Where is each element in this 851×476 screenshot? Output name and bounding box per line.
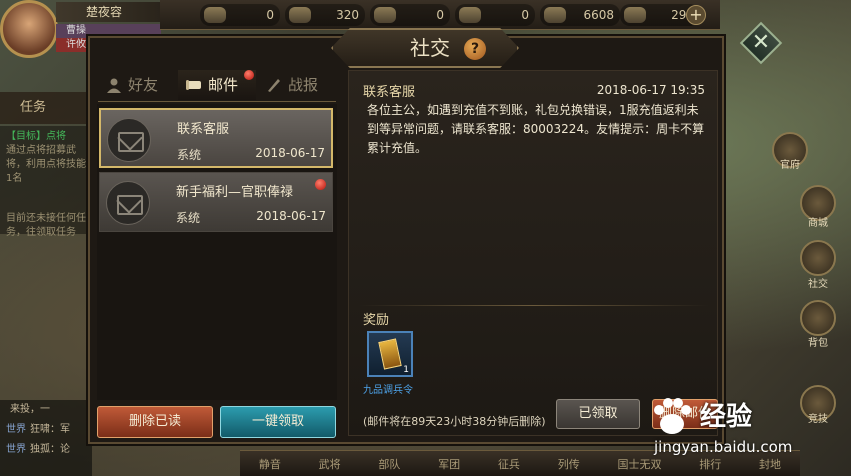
tab-mail[interactable]: 邮件 — [178, 70, 256, 100]
chat-panel[interactable]: 来投，一 世界 狂啸：军 世界 独孤：论 — [0, 400, 92, 476]
watermark-url: jingyan.baidu.com — [654, 438, 793, 456]
social-tabs: 好友 邮件 战报 — [98, 70, 336, 102]
nav-legion[interactable]: 军团 — [438, 456, 460, 472]
tab-friends-label: 好友 — [128, 76, 159, 94]
resource-2: 320 — [285, 4, 365, 26]
chat-text: 狂啸：军 — [30, 424, 70, 435]
scroll-icon — [186, 80, 201, 90]
mail-item[interactable]: 新手福利—官职俸禄 系统 2018-06-17 — [99, 172, 333, 232]
gold-icon — [624, 7, 646, 23]
task-idle-note: 目前还未接任何任务，往领取任务 — [6, 213, 86, 238]
resource-4-value: 0 — [521, 8, 529, 22]
resource-1: 0 — [200, 4, 280, 26]
chat-line: 世界 狂啸：军 — [0, 420, 92, 440]
coin-icon — [204, 7, 226, 23]
resource-3: 0 — [370, 4, 450, 26]
resource-4: 0 — [455, 4, 535, 26]
resource-3-value: 0 — [436, 8, 444, 22]
paw-logo-icon — [654, 398, 691, 434]
mail-date: 2018-06-17 — [256, 209, 326, 223]
claimed-button[interactable]: 已领取 — [556, 399, 640, 429]
reward-count: 1 — [403, 365, 409, 375]
content-body: 各位主公，如遇到充值不到账，礼包兑换错误，1服充值返利未到等异常问题，请联系客服… — [367, 103, 705, 155]
task-desc: 通过点将招募武将，利用点将技能1名 — [6, 145, 86, 184]
unread-dot-icon — [244, 70, 254, 80]
watermark: 经验 jingyan.baidu.com — [650, 384, 850, 474]
resource-bar: 0 320 0 0 6608 296 — [160, 0, 720, 30]
player-name: 楚夜容 — [56, 2, 161, 22]
chat-line: 来投，一 — [0, 400, 92, 420]
resource-2-value: 320 — [336, 8, 359, 22]
delete-read-button[interactable]: 删除已读 — [97, 406, 213, 438]
tab-battle-report[interactable]: 战报 — [258, 70, 336, 100]
reward-name: 九品调兵令 — [363, 385, 413, 396]
nav-troops[interactable]: 部队 — [378, 456, 400, 472]
mail-list: 联系客服 系统 2018-06-17 新手福利—官职俸禄 系统 2018-06-… — [97, 104, 337, 400]
chat-text: 来投，一 — [10, 404, 50, 415]
mail-title: 新手福利—官职俸禄 — [176, 185, 294, 200]
chat-text: 独孤：论 — [30, 444, 70, 455]
nav-mute[interactable]: 静音 — [259, 456, 281, 472]
bag-button[interactable] — [800, 300, 836, 336]
mail-sender: 系统 — [176, 211, 201, 225]
wood-icon — [374, 7, 396, 23]
chat-line: 世界 独孤：论 — [0, 440, 92, 460]
close-icon: ✕ — [751, 30, 771, 55]
shop-label: 商城 — [808, 218, 828, 229]
reward-label: 奖励 — [363, 313, 390, 328]
government-label: 官府 — [780, 160, 800, 171]
task-tab[interactable]: 任务 — [0, 92, 92, 124]
envelope-icon — [107, 118, 151, 162]
social-button[interactable] — [800, 240, 836, 276]
quill-icon — [268, 79, 280, 92]
copper-icon — [544, 7, 566, 23]
grain-icon — [289, 7, 311, 23]
task-panel[interactable]: 【目标】点将 通过点将招募武将，利用点将技能1名 目前还未接任何任务，往领取任务 — [0, 126, 92, 238]
tab-mail-label: 邮件 — [208, 76, 239, 94]
mail-sender: 系统 — [177, 148, 202, 162]
command-token-icon — [378, 338, 402, 370]
content-sender: 联系客服 — [363, 85, 416, 100]
social-label: 社交 — [808, 279, 828, 290]
mail-item[interactable]: 联系客服 系统 2018-06-17 — [99, 108, 333, 168]
help-button[interactable]: ? — [464, 38, 486, 60]
nav-generals[interactable]: 武将 — [319, 456, 341, 472]
chat-channel: 世界 — [6, 424, 26, 435]
mail-content-panel: 联系客服 2018-06-17 19:35 各位主公，如遇到充值不到账，礼包兑换… — [348, 70, 718, 436]
chat-channel: 世界 — [6, 444, 26, 455]
dialog-title: 社交 — [410, 36, 450, 60]
task-target: 【目标】点将 — [6, 131, 66, 142]
tab-friends[interactable]: 好友 — [98, 70, 176, 100]
envelope-icon — [106, 181, 150, 225]
bag-label: 背包 — [808, 338, 828, 349]
watermark-brand: 经验 — [700, 402, 753, 432]
claim-all-button[interactable]: 一键领取 — [220, 406, 336, 438]
nav-biography[interactable]: 列传 — [558, 456, 580, 472]
mail-title: 联系客服 — [177, 122, 230, 137]
content-divider — [359, 305, 709, 306]
resource-5-value: 6608 — [583, 8, 614, 22]
reward-item[interactable]: 1 — [367, 331, 413, 377]
iron-icon — [459, 7, 481, 23]
tab-battle-report-label: 战报 — [288, 76, 319, 94]
nav-recruit[interactable]: 征兵 — [498, 456, 520, 472]
resource-1-value: 0 — [266, 8, 274, 22]
add-gold-button[interactable]: + — [686, 5, 706, 25]
resource-5: 6608 — [540, 4, 620, 26]
person-icon — [107, 78, 121, 93]
content-time: 2018-06-17 19:35 — [596, 83, 705, 97]
mail-date: 2018-06-17 — [255, 146, 325, 160]
player-avatar[interactable] — [0, 0, 58, 58]
unread-dot-icon — [315, 179, 326, 190]
expiry-note: (邮件将在89天23小时38分钟后删除) — [363, 415, 546, 428]
